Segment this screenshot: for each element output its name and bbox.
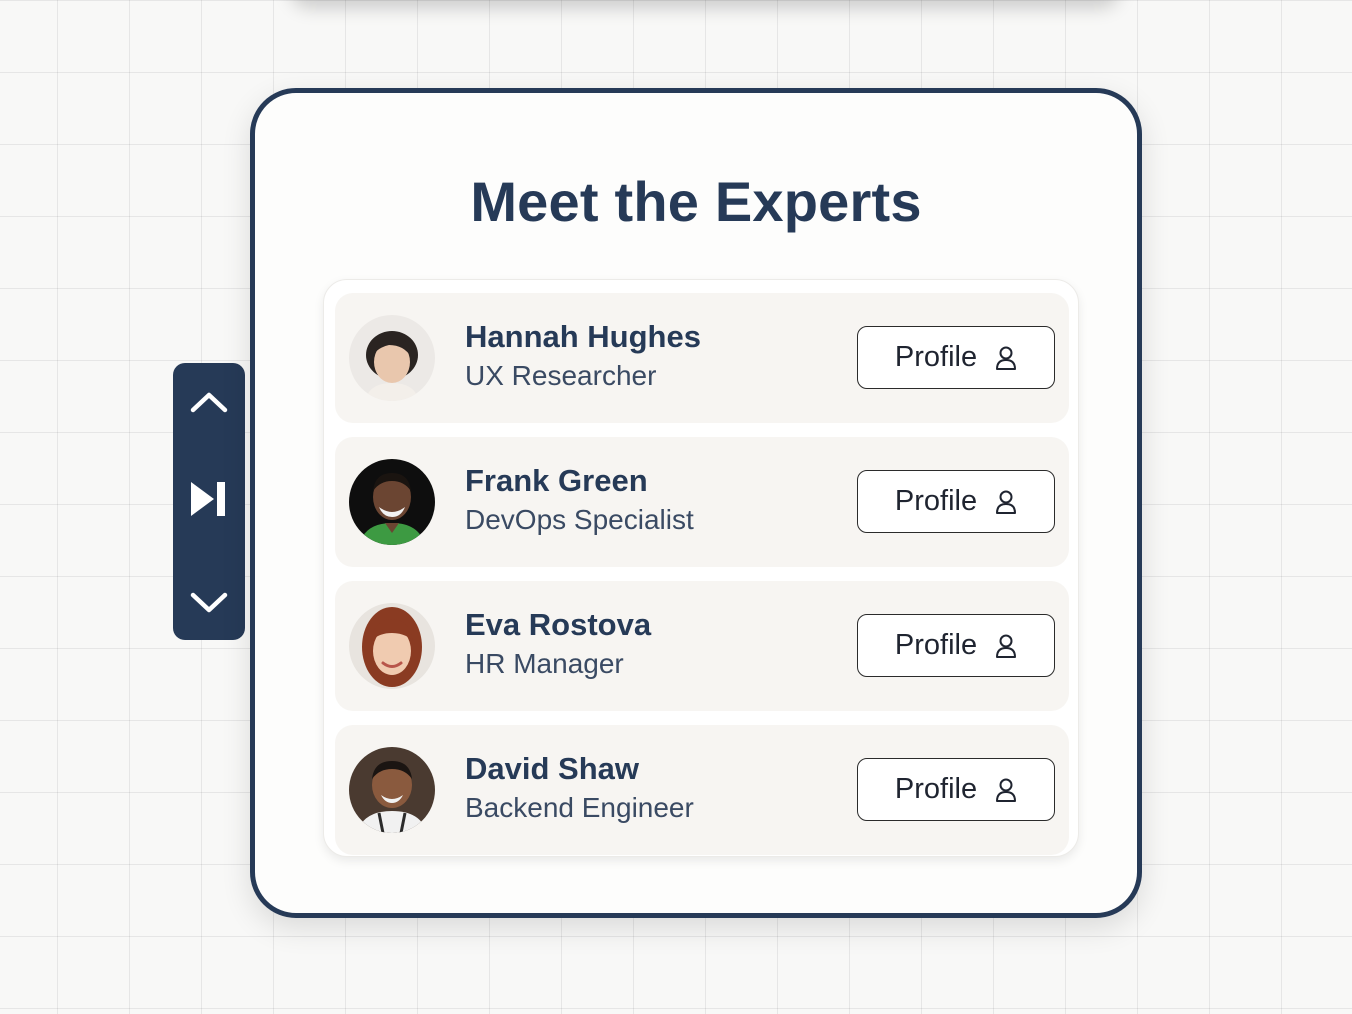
profile-button[interactable]: Profile xyxy=(857,614,1055,677)
expert-name: Frank Green xyxy=(465,463,648,498)
expert-name: David Shaw xyxy=(465,751,639,786)
skip-next-button[interactable] xyxy=(173,469,245,529)
profile-button[interactable]: Profile xyxy=(857,758,1055,821)
avatar-frank-icon xyxy=(349,459,435,545)
user-icon xyxy=(995,633,1017,659)
skip-next-icon xyxy=(191,482,225,516)
expert-role: HR Manager xyxy=(465,648,624,679)
avatar xyxy=(349,747,435,833)
profile-button[interactable]: Profile xyxy=(857,326,1055,389)
chevron-up-icon xyxy=(190,392,228,413)
avatar-eva-icon xyxy=(349,603,435,689)
user-icon xyxy=(995,345,1017,371)
side-navigation xyxy=(173,363,245,640)
scroll-up-button[interactable] xyxy=(173,371,245,431)
avatar-hannah-icon xyxy=(349,315,435,401)
list-item: Frank Green DevOps Specialist Profile xyxy=(335,437,1069,567)
list-item: Hannah Hughes UX Researcher Profile xyxy=(335,293,1069,423)
expert-role: UX Researcher xyxy=(465,360,657,391)
experts-list: Hannah Hughes UX Researcher Profile Fran… xyxy=(323,279,1079,857)
profile-button-label: Profile xyxy=(894,629,978,661)
experts-card: Meet the Experts Hannah Hughes UX Resear… xyxy=(250,88,1142,918)
chevron-down-icon xyxy=(190,592,228,613)
card-title: Meet the Experts xyxy=(470,170,922,233)
expert-role: DevOps Specialist xyxy=(465,504,694,535)
profile-button-label: Profile xyxy=(894,485,978,517)
avatar xyxy=(349,315,435,401)
expert-name: Eva Rostova xyxy=(465,607,652,642)
list-item: Eva Rostova HR Manager Profile xyxy=(335,581,1069,711)
user-icon xyxy=(995,777,1017,803)
avatar xyxy=(349,459,435,545)
list-item: David Shaw Backend Engineer Profile xyxy=(335,725,1069,855)
expert-role: Backend Engineer xyxy=(465,792,694,823)
user-icon xyxy=(995,489,1017,515)
profile-button[interactable]: Profile xyxy=(857,470,1055,533)
expert-name: Hannah Hughes xyxy=(465,319,701,354)
avatar xyxy=(349,603,435,689)
scroll-down-button[interactable] xyxy=(173,573,245,633)
profile-button-label: Profile xyxy=(894,773,978,805)
avatar-david-icon xyxy=(349,747,435,833)
profile-button-label: Profile xyxy=(894,341,978,373)
